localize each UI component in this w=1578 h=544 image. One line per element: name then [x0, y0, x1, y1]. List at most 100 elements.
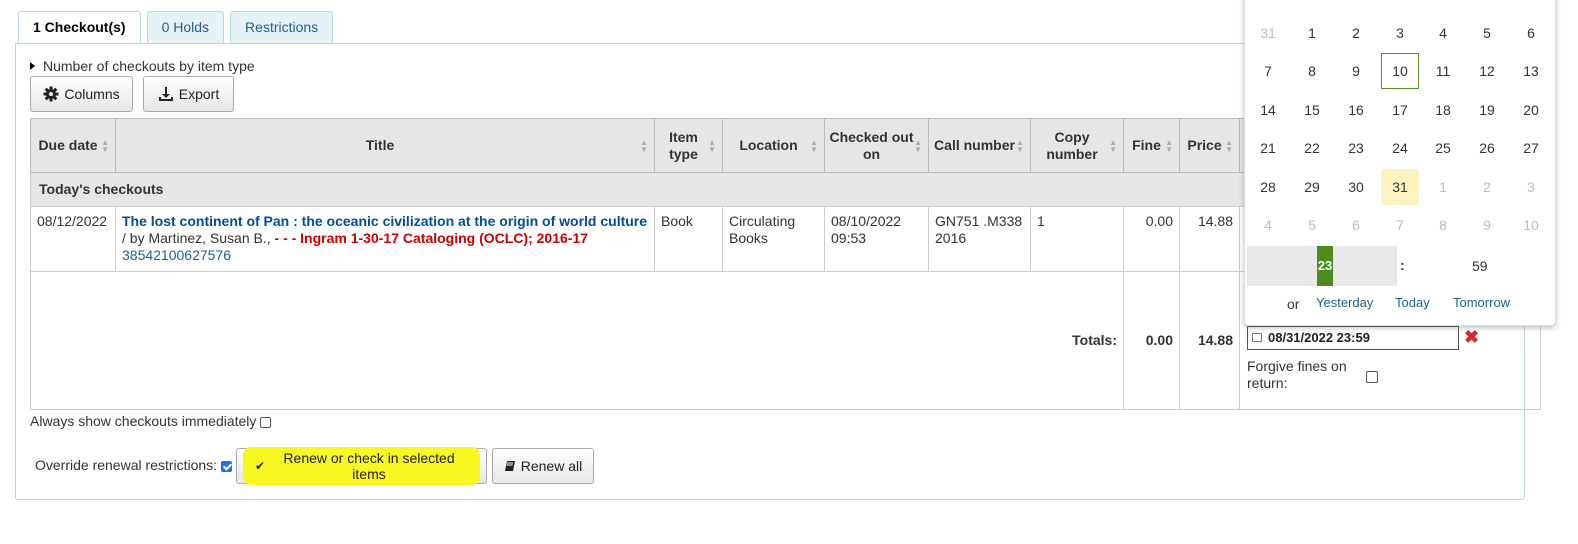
- title-link[interactable]: The lost continent of Pan : the oceanic …: [122, 213, 647, 229]
- book-icon: [504, 460, 515, 471]
- col-checked-out[interactable]: Checked out on ▲ ▼: [824, 118, 929, 173]
- override-row: Override renewal restrictions:: [35, 457, 233, 473]
- yesterday-link[interactable]: Yesterday: [1316, 295, 1373, 310]
- calendar-day[interactable]: 13: [1512, 53, 1550, 89]
- always-show-label: Always show checkouts immediately: [30, 413, 257, 429]
- tab-bar: 1 Checkout(s) 0 Holds Restrictions: [18, 11, 334, 45]
- calendar-day[interactable]: 1: [1293, 15, 1331, 51]
- calendar-day[interactable]: 30: [1337, 169, 1375, 205]
- cell-location: Circulating Books: [722, 206, 825, 272]
- calendar-day[interactable]: 17: [1381, 92, 1419, 128]
- calendar-day[interactable]: 24: [1381, 130, 1419, 166]
- tomorrow-link[interactable]: Tomorrow: [1453, 295, 1510, 310]
- calendar-day[interactable]: 3: [1381, 15, 1419, 51]
- calendar-day[interactable]: 5: [1293, 207, 1331, 243]
- due-date-input[interactable]: 08/31/2022 23:59: [1247, 326, 1459, 350]
- renew-all-button[interactable]: Renew all: [492, 448, 594, 484]
- col-copy-number[interactable]: Copy number ▲ ▼: [1030, 118, 1124, 173]
- calendar-day[interactable]: 28: [1249, 169, 1287, 205]
- always-show-checkbox[interactable]: [260, 417, 272, 428]
- calendar-day[interactable]: 19: [1468, 92, 1506, 128]
- calendar-day[interactable]: 20: [1512, 92, 1550, 128]
- col-call-number[interactable]: Call number ▲ ▼: [928, 118, 1031, 173]
- minutes-value[interactable]: 59: [1472, 258, 1488, 274]
- calendar-day[interactable]: 26: [1468, 130, 1506, 166]
- checkouts-by-itemtype-toggle[interactable]: Number of checkouts by item type: [30, 58, 255, 74]
- tab-holds[interactable]: 0 Holds: [146, 11, 225, 43]
- columns-button[interactable]: Columns: [30, 76, 133, 112]
- highlight-mark: ✔ Renew or check in selected items: [243, 447, 480, 485]
- calendar-day[interactable]: 21: [1249, 130, 1287, 166]
- download-icon: [158, 87, 173, 101]
- calendar-day[interactable]: 3: [1512, 169, 1550, 205]
- calendar-day[interactable]: 2: [1337, 15, 1375, 51]
- calendar-day[interactable]: 11: [1424, 53, 1462, 89]
- calendar-day[interactable]: 31: [1249, 15, 1287, 51]
- toggle-label: Number of checkouts by item type: [43, 58, 255, 74]
- due-date-value: 08/31/2022 23:59: [1268, 330, 1370, 345]
- cell-call-number: GN751 .M338 2016: [928, 206, 1031, 272]
- barcode-link[interactable]: 38542100627576: [122, 247, 231, 263]
- calendar-day[interactable]: 7: [1249, 53, 1287, 89]
- sort-icon: ▲ ▼: [1109, 137, 1117, 154]
- calendar-day[interactable]: 2: [1468, 169, 1506, 205]
- col-due-date[interactable]: Due date ▲ ▼: [30, 118, 116, 173]
- cell-fine: 0.00: [1123, 206, 1180, 272]
- hour-slider[interactable]: 23: [1247, 246, 1397, 286]
- tab-restrictions[interactable]: Restrictions: [230, 11, 334, 43]
- gear-icon: [43, 86, 59, 102]
- sort-icon: ▲ ▼: [708, 137, 716, 154]
- forgive-fines-row: Forgive fines on return:: [1247, 358, 1357, 392]
- calendar-day[interactable]: 22: [1293, 130, 1331, 166]
- calendar-day[interactable]: 14: [1249, 92, 1287, 128]
- forgive-fines-label: Forgive fines on return:: [1247, 358, 1347, 391]
- calendar-day[interactable]: 31: [1381, 169, 1419, 205]
- cell-checked-out: 08/10/2022 09:53: [824, 206, 929, 272]
- sort-icon: ▲ ▼: [1165, 137, 1173, 154]
- col-title[interactable]: Title ▲ ▼: [115, 118, 655, 173]
- calendar-day[interactable]: 5: [1468, 15, 1506, 51]
- cell-price: 14.88: [1179, 206, 1240, 272]
- cell-copy-number: 1: [1030, 206, 1124, 272]
- calendar-day[interactable]: 27: [1512, 130, 1550, 166]
- renew-selected-button[interactable]: ✔ Renew or check in selected items: [236, 447, 487, 485]
- calendar-day[interactable]: 7: [1381, 207, 1419, 243]
- totals-label: Totals:: [30, 271, 1124, 410]
- calendar-day[interactable]: 15: [1293, 92, 1331, 128]
- override-checkbox[interactable]: [221, 461, 233, 472]
- override-label: Override renewal restrictions:: [35, 457, 218, 473]
- calendar-day[interactable]: 8: [1424, 207, 1462, 243]
- calendar-day[interactable]: 9: [1337, 53, 1375, 89]
- col-item-type[interactable]: Item type ▲ ▼: [654, 118, 723, 173]
- calendar-day[interactable]: 6: [1337, 207, 1375, 243]
- col-location[interactable]: Location ▲ ▼: [722, 118, 825, 173]
- sort-icon: ▲ ▼: [1016, 137, 1024, 154]
- hour-slider-handle[interactable]: 23: [1317, 246, 1333, 286]
- calendar-day[interactable]: 6: [1512, 15, 1550, 51]
- calendar-day[interactable]: 1: [1424, 169, 1462, 205]
- date-picker-popup: 23 : 59 or Yesterday Today Tomorrow 31 1 2…: [1244, 0, 1556, 326]
- calendar-day[interactable]: 10: [1381, 53, 1419, 89]
- calendar-day[interactable]: 9: [1468, 207, 1506, 243]
- caret-right-icon: [30, 62, 35, 70]
- calendar-day[interactable]: 23: [1337, 130, 1375, 166]
- tab-checkouts[interactable]: 1 Checkout(s): [18, 11, 141, 45]
- calendar-day[interactable]: 18: [1424, 92, 1462, 128]
- time-colon: :: [1400, 257, 1405, 273]
- calendar-day[interactable]: 10: [1512, 207, 1550, 243]
- calendar-day[interactable]: 29: [1293, 169, 1331, 205]
- col-price[interactable]: Price ▲ ▼: [1179, 118, 1240, 173]
- calendar-day[interactable]: 4: [1249, 207, 1287, 243]
- sort-icon: ▲ ▼: [810, 137, 818, 154]
- clear-date-icon[interactable]: ✖: [1464, 327, 1479, 348]
- calendar-day[interactable]: 12: [1468, 53, 1506, 89]
- export-button[interactable]: Export: [143, 76, 234, 112]
- forgive-fines-checkbox[interactable]: [1366, 371, 1378, 383]
- calendar-day[interactable]: 8: [1293, 53, 1331, 89]
- calendar-icon: [1252, 333, 1262, 342]
- col-fine[interactable]: Fine ▲ ▼: [1123, 118, 1180, 173]
- calendar-day[interactable]: 16: [1337, 92, 1375, 128]
- calendar-day[interactable]: 25: [1424, 130, 1462, 166]
- calendar-day[interactable]: 4: [1424, 15, 1462, 51]
- today-link[interactable]: Today: [1395, 295, 1430, 310]
